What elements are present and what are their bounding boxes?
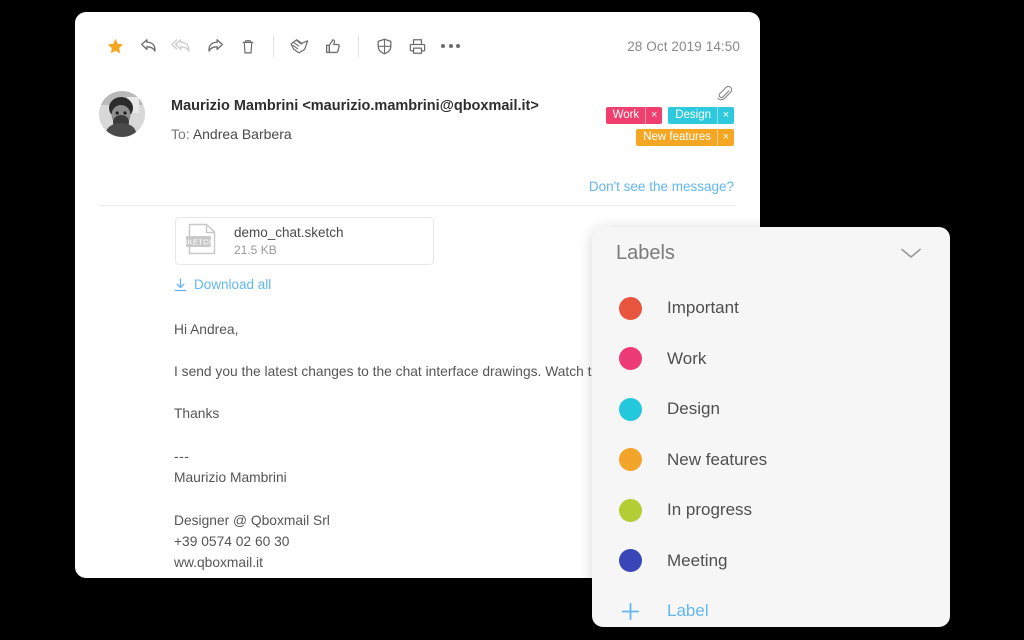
label-item-new-features[interactable]: New features — [592, 435, 950, 486]
label-color-dot — [619, 498, 642, 522]
toolbar-actions — [99, 30, 467, 63]
label-item-label: In progress — [667, 500, 753, 520]
chevron-down-icon[interactable] — [898, 245, 924, 261]
labels-panel-header: Labels — [592, 227, 950, 279]
label-item-label: Work — [667, 348, 707, 368]
message-toolbar: 28 Oct 2019 14:50 — [75, 12, 760, 80]
message-date: 28 Oct 2019 14:50 — [627, 38, 740, 54]
paperclip-icon — [717, 85, 732, 100]
delete-icon[interactable] — [231, 30, 264, 63]
download-all-button[interactable]: Download all — [174, 277, 271, 292]
tag-label: New features — [643, 131, 711, 143]
label-tag-list: Work × Design × New features × — [605, 107, 734, 146]
plus-icon — [619, 601, 642, 622]
svg-text:SKETCH: SKETCH — [184, 237, 215, 246]
more-dots — [441, 44, 460, 48]
download-all-label: Download all — [194, 277, 272, 292]
tag-remove-icon[interactable]: × — [645, 107, 662, 124]
screen-root: 28 Oct 2019 14:50 Maurizio Mambrini <mau… — [0, 0, 1024, 640]
label-item-design[interactable]: Design — [592, 384, 950, 435]
star-icon[interactable] — [99, 30, 132, 63]
dont-see-message-link[interactable]: Don't see the message? — [589, 179, 734, 194]
label-color-dot — [619, 296, 642, 320]
sketch-file-icon: SKETCH — [182, 221, 222, 262]
to-prefix: To: — [171, 126, 190, 142]
attachment-file-name: demo_chat.sketch — [234, 225, 344, 240]
message-header-right: Work × Design × New features × — [605, 84, 734, 146]
tag-label: Design — [675, 109, 711, 121]
label-item-label: Design — [667, 399, 720, 419]
label-item-in-progress[interactable]: In progress — [592, 485, 950, 536]
attachment-indicator — [717, 84, 734, 104]
label-item-meeting[interactable]: Meeting — [592, 536, 950, 587]
tag-row-1: Work × Design × — [605, 107, 734, 124]
label-item-important[interactable]: Important — [592, 283, 950, 334]
recipient-line: To: Andrea Barbera — [171, 126, 292, 142]
label-color-dot — [619, 549, 642, 573]
download-icon — [174, 277, 187, 291]
tag-remove-icon[interactable]: × — [717, 129, 734, 146]
tag-new-features[interactable]: New features × — [636, 129, 734, 146]
add-label-text: Label — [667, 601, 709, 620]
attachment-meta: demo_chat.sketch 21.5 KB — [234, 224, 344, 258]
thumbs-up-icon[interactable] — [316, 30, 349, 63]
label-item-label: Meeting — [667, 550, 728, 570]
header-divider — [99, 205, 736, 206]
sender-name: Maurizio Mambrini <maurizio.mambrini@qbo… — [171, 98, 539, 114]
attachment-file-size: 21.5 KB — [234, 243, 277, 257]
tag-design[interactable]: Design × — [668, 107, 734, 124]
avatar — [99, 91, 145, 137]
labels-panel-title: Labels — [616, 241, 675, 264]
tag-remove-icon[interactable]: × — [717, 107, 734, 124]
labels-panel: Labels Important Work Design New feature… — [592, 227, 950, 627]
tag-label: Work — [612, 109, 640, 121]
label-color-dot — [619, 448, 642, 472]
toolbar-separator — [358, 35, 359, 57]
add-label-button[interactable]: Label — [592, 586, 950, 627]
print-icon[interactable] — [401, 30, 434, 63]
label-color-dot — [619, 347, 642, 371]
more-options-icon[interactable] — [434, 30, 467, 63]
spam-icon[interactable] — [283, 30, 316, 63]
label-color-dot — [619, 397, 642, 421]
labels-list: Important Work Design New features In pr… — [592, 279, 950, 586]
reply-all-icon[interactable] — [165, 30, 198, 63]
label-item-work[interactable]: Work — [592, 334, 950, 385]
toolbar-separator — [273, 35, 274, 57]
tag-work[interactable]: Work × — [605, 107, 663, 124]
to-name: Andrea Barbera — [192, 126, 292, 142]
reply-icon[interactable] — [132, 30, 165, 63]
label-item-label: New features — [667, 449, 768, 469]
forward-icon[interactable] — [198, 30, 231, 63]
tag-row-2: New features × — [636, 129, 734, 146]
label-item-label: Important — [667, 298, 739, 318]
attachment-card[interactable]: SKETCH demo_chat.sketch 21.5 KB — [175, 217, 434, 265]
shield-icon[interactable] — [368, 30, 401, 63]
